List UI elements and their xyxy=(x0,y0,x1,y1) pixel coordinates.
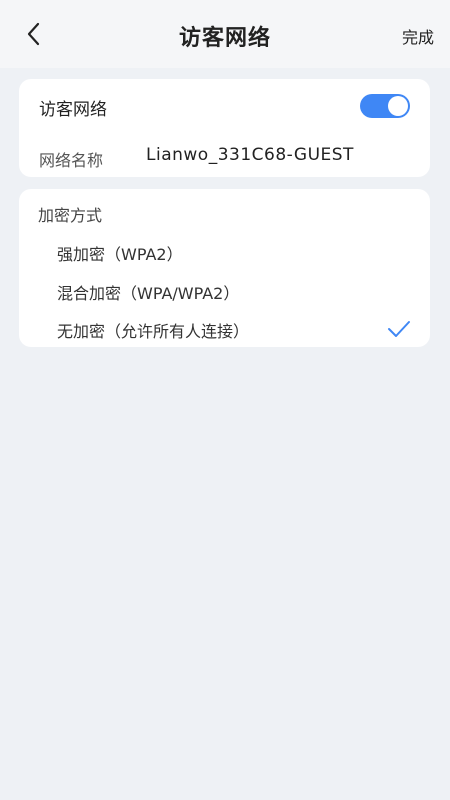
encryption-option-wpa2[interactable]: 强加密（WPA2） xyxy=(19,233,430,271)
network-name-label: 网络名称 xyxy=(39,151,104,170)
encryption-card: 加密方式 强加密（WPA2） 混合加密（WPA/WPA2） 无加密（允许所有人连… xyxy=(19,189,430,347)
encryption-section-label: 加密方式 xyxy=(38,206,103,225)
encryption-option-wpa-wpa2[interactable]: 混合加密（WPA/WPA2） xyxy=(19,272,430,310)
guest-network-toggle-label: 访客网络 xyxy=(39,100,107,120)
encryption-option-none[interactable]: 无加密（允许所有人连接） xyxy=(19,310,430,348)
checkmark-icon xyxy=(388,321,410,337)
guest-network-card: 访客网络 网络名称 Lianwo_331C68-GUEST xyxy=(19,79,430,177)
option-label: 强加密（WPA2） xyxy=(57,245,183,264)
network-name-value[interactable]: Lianwo_331C68-GUEST xyxy=(146,145,354,165)
page-title: 访客网络 xyxy=(178,26,271,51)
option-label: 无加密（允许所有人连接） xyxy=(57,322,250,341)
done-button[interactable]: 完成 xyxy=(402,24,434,48)
navigation-bar: 访客网络 完成 xyxy=(0,0,450,68)
toggle-knob xyxy=(388,96,408,116)
guest-network-toggle[interactable] xyxy=(360,94,410,118)
option-label: 混合加密（WPA/WPA2） xyxy=(57,284,240,303)
